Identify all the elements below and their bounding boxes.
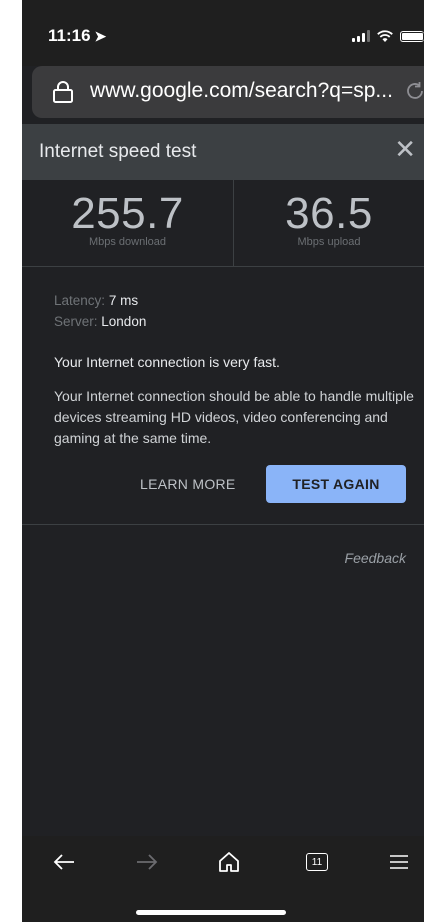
forward-button[interactable]	[127, 848, 167, 876]
learn-more-button[interactable]: LEARN MORE	[140, 476, 236, 492]
back-arrow-icon	[53, 854, 74, 870]
test-again-button[interactable]: TEST AGAIN	[266, 465, 406, 503]
latency-value: 7 ms	[108, 293, 139, 308]
home-icon	[219, 852, 239, 872]
url-text[interactable]: www.google.com/search?q=sp...	[90, 79, 393, 103]
status-icons	[352, 30, 424, 42]
speed-test-header: Internet speed test ✕	[22, 124, 424, 180]
result-description: Your Internet connection should be able …	[54, 388, 414, 446]
hamburger-menu-icon	[390, 855, 408, 869]
home-button[interactable]	[209, 848, 249, 876]
back-button[interactable]	[44, 848, 84, 876]
battery-icon	[400, 31, 424, 42]
tabs-button[interactable]: 11	[297, 848, 337, 876]
address-bar[interactable]: www.google.com/search?q=sp...	[32, 66, 424, 118]
close-icon[interactable]: ✕	[394, 136, 416, 162]
divider	[22, 524, 424, 525]
clock: 11:16	[48, 26, 91, 45]
menu-button[interactable]	[384, 848, 414, 876]
upload-metric: 36.5 Mbps upload	[234, 189, 424, 249]
location-arrow-icon: ➤	[94, 28, 107, 44]
server-row: Server: London	[54, 311, 414, 332]
server-label: Server:	[54, 314, 98, 329]
lock-icon	[53, 81, 73, 103]
reload-icon[interactable]	[404, 80, 424, 102]
latency-label: Latency:	[54, 293, 106, 308]
download-unit: Mbps download	[88, 236, 167, 248]
wifi-icon	[377, 30, 393, 42]
upload-unit: Mbps upload	[297, 236, 361, 248]
feedback-link[interactable]: Feedback	[345, 550, 406, 566]
speed-results: 255.7 Mbps download 36.5 Mbps upload	[22, 180, 424, 267]
download-value: 255.7	[71, 189, 184, 238]
phone-screen: 11:16 ➤ www.google.com/search?q=sp... Int…	[22, 0, 424, 922]
speed-test-title: Internet speed test	[39, 141, 197, 162]
speed-test-details: Latency: 7 ms Server: London Your Intern…	[54, 290, 414, 449]
server-value: London	[101, 314, 147, 329]
home-indicator[interactable]	[136, 910, 286, 915]
tabs-icon: 11	[306, 853, 328, 871]
status-time: 11:16 ➤	[48, 26, 106, 46]
result-headline: Your Internet connection is very fast.	[54, 354, 280, 370]
cellular-signal-icon	[352, 30, 370, 42]
forward-arrow-icon	[137, 854, 158, 870]
upload-value: 36.5	[285, 189, 373, 238]
download-metric: 255.7 Mbps download	[22, 189, 233, 249]
status-bar: 11:16 ➤	[22, 0, 424, 66]
latency-row: Latency: 7 ms	[54, 290, 414, 311]
tab-count: 11	[311, 856, 323, 868]
